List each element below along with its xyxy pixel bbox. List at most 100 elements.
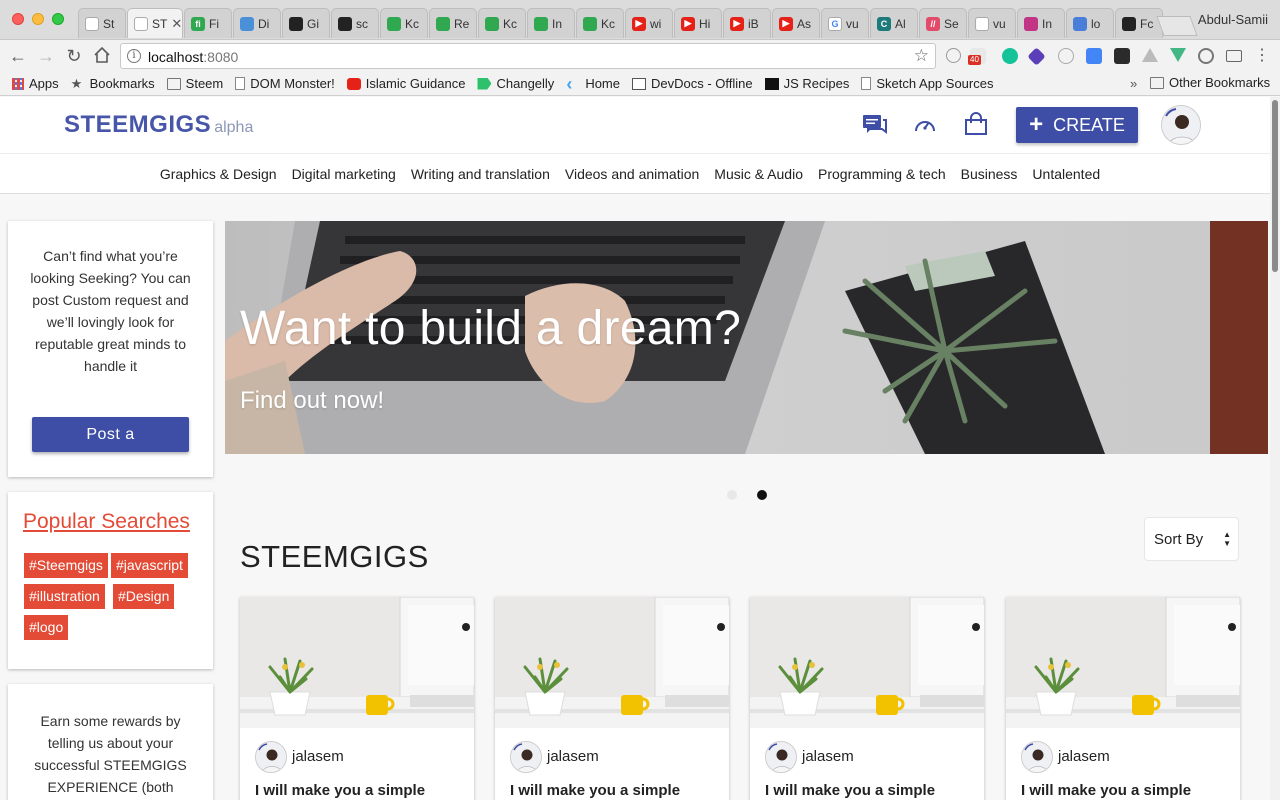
search-tag[interactable]: #Design [113, 584, 175, 609]
category-link[interactable]: Music & Audio [714, 166, 803, 182]
browser-tab[interactable]: vu [968, 8, 1016, 38]
bookmark-item[interactable]: Changelly [477, 76, 554, 91]
gig-card[interactable]: jalasem I will make you a simple [495, 597, 729, 800]
browser-tab[interactable]: ▶ iB [723, 8, 771, 38]
bookmark-item[interactable]: Islamic Guidance [346, 76, 465, 91]
browser-tab[interactable]: In [1017, 8, 1065, 38]
browser-tab[interactable]: lo [1066, 8, 1114, 38]
bookmark-item[interactable]: DevDocs - Offline [632, 76, 753, 91]
search-tag[interactable]: #javascript [111, 553, 188, 578]
category-link[interactable]: Videos and animation [565, 166, 699, 182]
other-bookmarks[interactable]: Other Bookmarks [1150, 75, 1270, 90]
extension-badge-icon[interactable]: 40 [968, 48, 986, 65]
category-link[interactable]: Graphics & Design [160, 166, 277, 182]
extension-diamond-icon[interactable] [1027, 47, 1046, 66]
close-window-button[interactable] [12, 13, 24, 25]
search-tag[interactable]: #Steemgigs [24, 553, 108, 578]
browser-tab[interactable]: Kc [576, 8, 624, 38]
search-tag[interactable]: #logo [24, 615, 69, 640]
messages-icon[interactable] [862, 114, 887, 136]
category-link[interactable]: Programming & tech [818, 166, 946, 182]
sort-by-select[interactable]: Sort By ▲ ▼ [1144, 517, 1239, 561]
hero-subtitle[interactable]: Find out now! [240, 387, 384, 415]
browser-tab[interactable]: Di [233, 8, 281, 38]
gig-username[interactable]: jalasem [1058, 748, 1110, 765]
gig-user-avatar[interactable] [1021, 741, 1053, 773]
bookmark-item[interactable]: Apps [12, 76, 59, 91]
category-link[interactable]: Business [961, 166, 1018, 182]
bookmarks-overflow-icon[interactable]: » [1130, 76, 1137, 91]
shopping-bag-icon[interactable] [964, 112, 988, 135]
new-tab-button[interactable] [1156, 16, 1198, 36]
page-scrollbar[interactable] [1270, 97, 1280, 800]
browser-tab[interactable]: Fc [1115, 8, 1163, 38]
bookmark-item[interactable]: Sketch App Sources [861, 76, 993, 91]
carousel-dot-active[interactable] [757, 490, 767, 500]
user-avatar[interactable] [1161, 105, 1201, 145]
browser-tab-active[interactable]: ST ✕ [127, 8, 183, 38]
vue-devtools-icon[interactable] [1170, 48, 1186, 62]
browser-tab[interactable]: C Al [870, 8, 918, 38]
minimize-window-button[interactable] [32, 13, 44, 25]
forward-arrow-icon[interactable]: → [36, 46, 56, 66]
home-icon[interactable] [92, 46, 112, 66]
browser-menu-icon[interactable]: ⋮ [1252, 46, 1272, 66]
browser-tab[interactable]: Gi [282, 8, 330, 38]
gig-username[interactable]: jalasem [802, 748, 854, 765]
skype-icon[interactable] [1058, 48, 1074, 64]
gig-card[interactable]: jalasem I will make you a simple [750, 597, 984, 800]
bookmark-item[interactable]: JS Recipes [764, 76, 849, 91]
browser-tab[interactable]: In [527, 8, 575, 38]
category-link[interactable]: Writing and translation [411, 166, 550, 182]
browser-tab[interactable]: Gvu [821, 8, 869, 38]
extension-aperture-icon[interactable] [1198, 48, 1214, 64]
browser-tab[interactable]: ▶ As [772, 8, 820, 38]
address-bar[interactable]: i localhost:8080 ☆ [120, 43, 936, 69]
carousel-dot[interactable] [727, 490, 737, 500]
browser-tab[interactable]: // Se [919, 8, 967, 38]
category-link[interactable]: Untalented [1032, 166, 1100, 182]
gig-user-avatar[interactable] [765, 741, 797, 773]
browser-tab[interactable]: ▶ Hi [674, 8, 722, 38]
news-icon[interactable] [1114, 48, 1130, 64]
search-tag[interactable]: #illustration [24, 584, 105, 609]
category-link[interactable]: Digital marketing [292, 166, 396, 182]
gig-user-avatar[interactable] [510, 741, 542, 773]
gig-title[interactable]: I will make you a simple [255, 782, 425, 799]
browser-tab[interactable]: ▶ wi [625, 8, 673, 38]
scrollbar-thumb[interactable] [1272, 100, 1278, 272]
bookmark-star-icon[interactable]: ☆ [914, 46, 929, 66]
popular-searches-title[interactable]: Popular Searches [23, 510, 190, 534]
extension-car-icon[interactable] [1226, 50, 1242, 62]
reload-icon[interactable]: ↻ [64, 46, 84, 66]
site-logo[interactable]: STEEMGIGS alpha [64, 111, 253, 139]
grammarly-icon[interactable] [1002, 48, 1018, 64]
hero-banner[interactable]: Want to build a dream? Find out now! [225, 221, 1268, 454]
extension-circle-icon[interactable] [946, 48, 961, 63]
gig-user-avatar[interactable] [255, 741, 287, 773]
site-info-icon[interactable]: i [127, 49, 141, 63]
gig-card[interactable]: jalasem I will make you a simple [240, 597, 474, 800]
browser-tab[interactable]: fi Fi [184, 8, 232, 38]
gig-username[interactable]: jalasem [547, 748, 599, 765]
browser-tab[interactable]: St [78, 8, 126, 38]
gig-card[interactable]: jalasem I will make you a simple [1006, 597, 1240, 800]
browser-tab[interactable]: Kc [478, 8, 526, 38]
dashboard-gauge-icon[interactable] [913, 114, 937, 136]
create-button[interactable]: + CREATE [1016, 107, 1138, 143]
browser-tab[interactable]: Re [429, 8, 477, 38]
tab-close-icon[interactable]: ✕ [171, 16, 182, 32]
gig-title[interactable]: I will make you a simple [510, 782, 680, 799]
bookmark-item[interactable]: ‹ Home [566, 75, 620, 93]
bookmark-item[interactable]: Steem [166, 76, 223, 91]
browser-tab[interactable]: Kc [380, 8, 428, 38]
bookmark-item[interactable]: ★ Bookmarks [71, 76, 155, 91]
browser-tab[interactable]: sc [331, 8, 379, 38]
bookmark-item[interactable]: DOM Monster! [235, 76, 335, 91]
maximize-window-button[interactable] [52, 13, 64, 25]
gig-username[interactable]: jalasem [292, 748, 344, 765]
gig-title[interactable]: I will make you a simple [765, 782, 935, 799]
translate-icon[interactable] [1086, 48, 1102, 64]
post-request-button[interactable]: Post a [32, 417, 189, 452]
gig-title[interactable]: I will make you a simple [1021, 782, 1191, 799]
